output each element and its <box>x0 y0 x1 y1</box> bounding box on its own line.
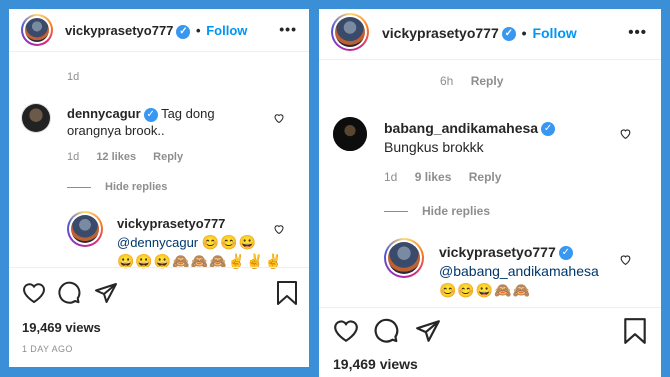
divider <box>67 186 91 188</box>
separator: • <box>521 25 527 41</box>
post-date: 1 DAY AGO <box>22 344 73 354</box>
previous-comment-time: 1d <box>67 71 80 83</box>
follow-button[interactable]: Follow <box>532 25 576 41</box>
reply-username[interactable]: vickyprasetyo777 <box>439 244 556 260</box>
previous-comment-meta: 6h Reply <box>440 74 517 88</box>
header-username[interactable]: vickyprasetyo777 <box>382 25 499 41</box>
reply-avatar[interactable] <box>67 211 103 247</box>
comment-username[interactable]: dennycagur <box>67 106 141 121</box>
verified-icon: ✓ <box>176 24 191 39</box>
heart-icon[interactable] <box>619 127 632 140</box>
hide-replies-label: Hide replies <box>422 204 491 218</box>
bookmark-icon[interactable] <box>623 317 647 345</box>
reply-mention[interactable]: @babang_andikamahesa <box>439 263 599 279</box>
bookmark-icon[interactable] <box>276 280 298 306</box>
more-icon[interactable]: ••• <box>279 21 297 37</box>
comment-icon[interactable] <box>57 281 81 305</box>
share-icon[interactable] <box>415 318 441 344</box>
follow-button[interactable]: Follow <box>206 23 247 38</box>
comment-time: 1d <box>384 170 398 184</box>
verified-icon: ✓ <box>501 27 516 42</box>
post-header: vickyprasetyo777 ✓ • Follow ••• <box>319 9 661 60</box>
heart-icon[interactable] <box>619 253 632 266</box>
view-count: 19,469 views <box>333 356 418 372</box>
comment-meta: 1d 9 likes Reply <box>384 170 515 184</box>
previous-comment-reply-button[interactable]: Reply <box>471 74 504 88</box>
reply-comment: vickyprasetyo777 @dennycagur 😊😊😀 😀😀😀🙈🙈🙈✌… <box>117 215 287 271</box>
verified-icon: ✓ <box>143 107 158 122</box>
reply-comment: vickyprasetyo777 ✓ @babang_andikamahesa 😊… <box>439 243 639 300</box>
comment-likes[interactable]: 12 likes <box>96 151 136 163</box>
commenter-avatar[interactable] <box>21 103 51 133</box>
avatar[interactable] <box>331 13 369 51</box>
like-heart-icon[interactable] <box>333 319 359 343</box>
comment-text-line2: orangnya brook.. <box>67 123 165 138</box>
previous-comment-time: 6h <box>440 74 454 88</box>
comment-time: 1d <box>67 151 80 163</box>
reply-username[interactable]: vickyprasetyo777 <box>117 216 225 231</box>
verified-icon: ✓ <box>558 246 573 261</box>
avatar[interactable] <box>21 14 53 46</box>
separator: • <box>196 23 201 38</box>
comment-text-line1: Tag dong <box>161 106 215 121</box>
comment: babang_andikamahesa ✓ Bungkus brokkk <box>384 119 634 157</box>
reply-avatar[interactable] <box>384 238 424 278</box>
hide-replies-button[interactable]: Hide replies <box>384 204 490 218</box>
header-username[interactable]: vickyprasetyo777 <box>65 23 173 38</box>
post-actions: 19,469 views 1 DAY AGO <box>9 267 309 367</box>
hide-replies-label: Hide replies <box>105 181 168 193</box>
comment-reply-button[interactable]: Reply <box>153 151 183 163</box>
hide-replies-button[interactable]: Hide replies <box>67 181 167 193</box>
verified-icon: ✓ <box>541 122 556 137</box>
more-icon[interactable]: ••• <box>628 24 647 41</box>
like-heart-icon[interactable] <box>22 282 46 304</box>
share-icon[interactable] <box>94 281 118 305</box>
comment-icon[interactable] <box>373 318 399 344</box>
post-panel-right: vickyprasetyo777 ✓ • Follow ••• 6h Reply … <box>319 9 661 377</box>
post-actions: 19,469 views <box>319 307 661 377</box>
post-header: vickyprasetyo777 ✓ • Follow ••• <box>9 9 309 52</box>
reply-emoji: 😊😊😀🙈🙈 <box>439 282 532 298</box>
reply-mention[interactable]: @dennycagur <box>117 235 198 250</box>
heart-icon[interactable] <box>273 112 285 124</box>
view-count: 19,469 views <box>22 320 101 335</box>
post-panel-left: vickyprasetyo777 ✓ • Follow ••• 1d dennyc… <box>9 9 309 367</box>
comment-text: Bungkus brokkk <box>384 139 484 155</box>
comment-username[interactable]: babang_andikamahesa <box>384 120 538 136</box>
commenter-avatar[interactable] <box>333 117 367 151</box>
comment-meta: 1d 12 likes Reply <box>67 151 197 163</box>
reply-emoji-line1: 😊😊😀 <box>201 234 258 250</box>
divider <box>384 211 408 213</box>
comment-likes[interactable]: 9 likes <box>415 170 452 184</box>
heart-icon[interactable] <box>273 223 285 235</box>
comment: dennycagur ✓ Tag dong orangnya brook.. <box>67 105 277 139</box>
comment-reply-button[interactable]: Reply <box>469 170 502 184</box>
